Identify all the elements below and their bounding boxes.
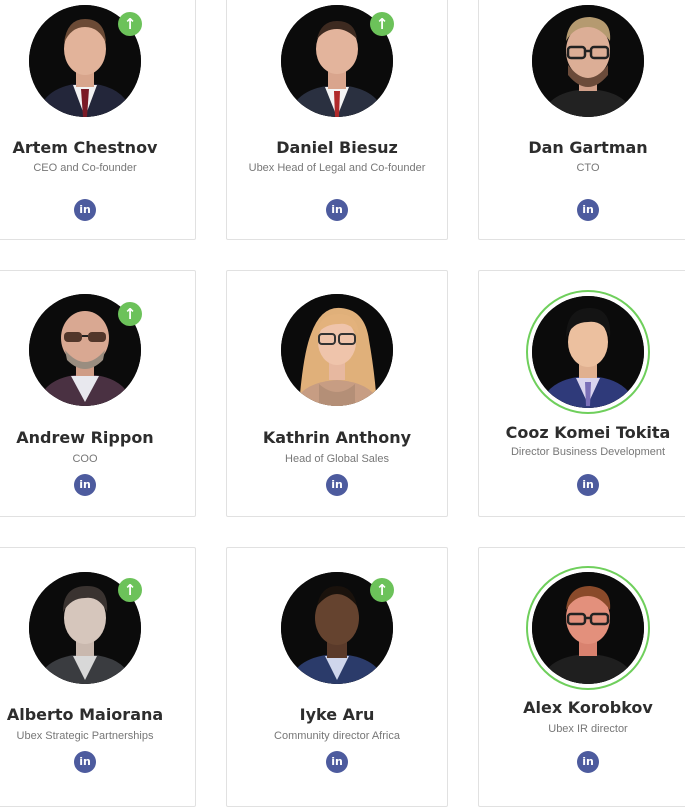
linkedin-icon[interactable]: in xyxy=(577,474,599,496)
upvote-badge[interactable]: ↑ xyxy=(370,578,394,602)
upvote-badge[interactable]: ↑ xyxy=(118,578,142,602)
member-role: COO xyxy=(72,453,98,465)
member-name: Daniel Biesuz xyxy=(276,138,398,157)
member-role: Ubex IR director xyxy=(548,723,628,735)
avatar xyxy=(532,5,644,117)
linkedin-icon[interactable]: in xyxy=(326,199,348,221)
member-role: CEO and Co-founder xyxy=(33,162,137,174)
member-name: Kathrin Anthony xyxy=(262,428,412,447)
member-name: Iyke Aru xyxy=(299,705,375,724)
member-name: Alberto Maiorana xyxy=(6,705,164,724)
member-role: Head of Global Sales xyxy=(285,453,389,465)
upvote-badge[interactable]: ↑ xyxy=(370,12,394,36)
member-name: Cooz Komei Tokita xyxy=(505,423,671,442)
avatar xyxy=(281,294,393,406)
linkedin-icon[interactable]: in xyxy=(577,199,599,221)
member-name: Dan Gartman xyxy=(528,138,648,157)
upvote-badge[interactable]: ↑ xyxy=(118,302,142,326)
avatar xyxy=(532,296,644,408)
linkedin-icon[interactable]: in xyxy=(74,474,96,496)
linkedin-icon[interactable]: in xyxy=(326,474,348,496)
member-role: Ubex Head of Legal and Co-founder xyxy=(248,162,426,174)
member-role: Community director Africa xyxy=(274,730,400,742)
avatar xyxy=(532,572,644,684)
upvote-badge[interactable]: ↑ xyxy=(118,12,142,36)
linkedin-icon[interactable]: in xyxy=(74,199,96,221)
member-name: Alex Korobkov xyxy=(523,698,653,717)
member-role: CTO xyxy=(576,162,600,174)
member-name: Andrew Rippon xyxy=(16,428,154,447)
member-name: Artem Chestnov xyxy=(12,138,158,157)
member-role: Ubex Strategic Partnerships xyxy=(16,730,154,742)
member-role: Director Business Development xyxy=(510,446,666,458)
linkedin-icon[interactable]: in xyxy=(577,751,599,773)
linkedin-icon[interactable]: in xyxy=(74,751,96,773)
linkedin-icon[interactable]: in xyxy=(326,751,348,773)
